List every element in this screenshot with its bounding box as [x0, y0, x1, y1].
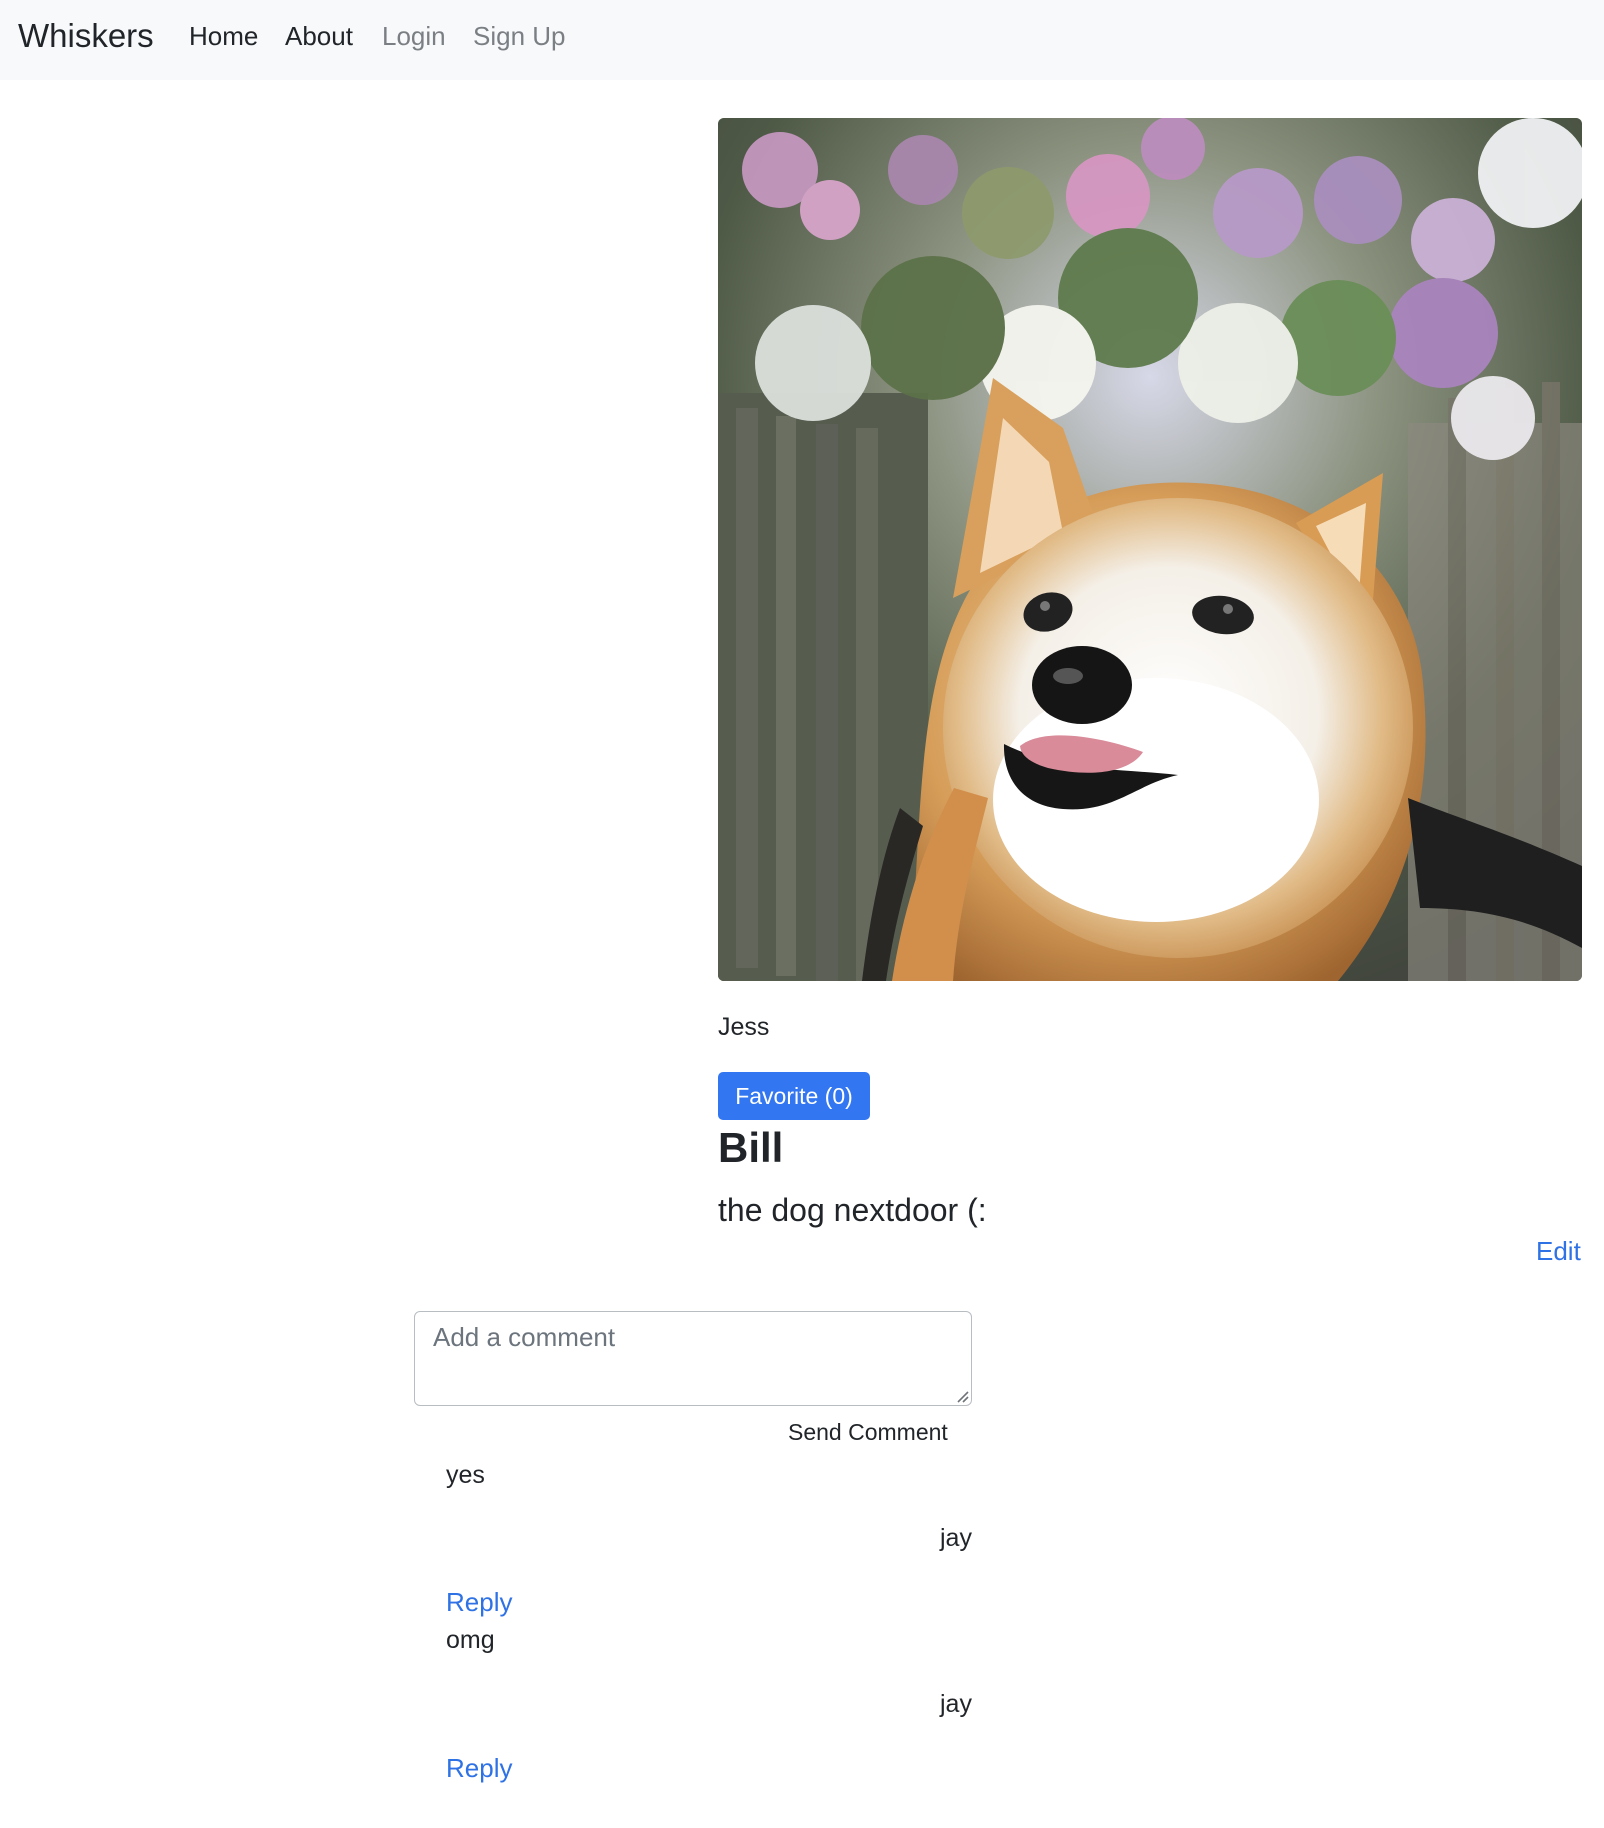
nav-link-home[interactable]: Home	[189, 18, 258, 54]
nav-link-sign-up[interactable]: Sign Up	[473, 18, 566, 54]
reply-link[interactable]: Reply	[446, 1751, 512, 1785]
favorite-button[interactable]: Favorite (0)	[718, 1072, 870, 1120]
reply-link[interactable]: Reply	[446, 1585, 512, 1619]
comment-textarea[interactable]	[433, 1322, 933, 1394]
comment-author: jay	[940, 1524, 972, 1552]
post-description: the dog nextdoor (:	[718, 1192, 987, 1228]
comment-text: yes	[446, 1461, 485, 1489]
comment-text: omg	[446, 1626, 495, 1654]
brand-logo-link[interactable]: Whiskers	[18, 14, 154, 58]
comment-textarea-container[interactable]	[414, 1311, 972, 1406]
comment-author: jay	[940, 1690, 972, 1718]
post-author-name: Jess	[718, 1013, 770, 1041]
nav-link-login[interactable]: Login	[382, 18, 446, 54]
edit-post-link[interactable]: Edit	[1536, 1234, 1581, 1268]
top-navbar: Whiskers Home About Login Sign Up	[0, 0, 1604, 80]
post-image	[718, 118, 1582, 981]
send-comment-button[interactable]: Send Comment	[788, 1416, 968, 1448]
nav-link-about[interactable]: About	[285, 18, 353, 54]
shiba-dog-photo-illustration	[718, 118, 1582, 981]
post-title: Bill	[718, 1124, 784, 1171]
resize-handle-icon[interactable]	[953, 1387, 969, 1403]
